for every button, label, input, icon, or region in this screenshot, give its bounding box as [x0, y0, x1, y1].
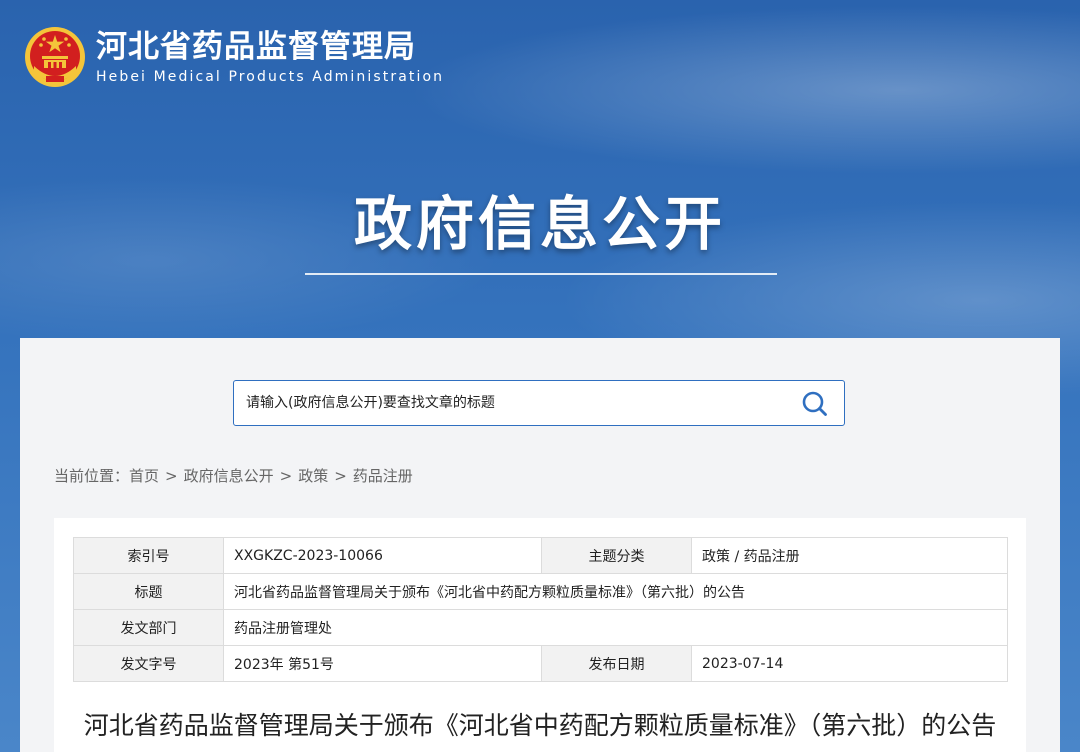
index-value: XXGKZC-2023-10066 — [223, 537, 542, 574]
hero-title: 政府信息公开 — [353, 190, 726, 258]
site-name-cn: 河北省药品监督管理局 — [96, 29, 416, 65]
breadcrumb-policy[interactable]: 政策 — [298, 467, 328, 485]
info-table: 索引号 XXGKZC-2023-10066 主题分类 政策 / 药品注册 标题 … — [73, 537, 1008, 682]
search-box — [233, 380, 845, 426]
national-emblem-icon — [25, 27, 85, 87]
topic-label: 主题分类 — [541, 537, 692, 574]
dept-value: 药品注册管理处 — [223, 609, 1008, 646]
index-label: 索引号 — [73, 537, 224, 574]
topic-value: 政策 / 药品注册 — [691, 537, 1008, 574]
table-row: 发文字号 2023年 第51号 发布日期 2023-07-14 — [73, 645, 1008, 682]
table-row: 标题 河北省药品监督管理局关于颁布《河北省中药配方颗粒质量标准》（第六批）的公告 — [73, 573, 1008, 610]
search-icon[interactable] — [800, 389, 830, 419]
breadcrumb: 当前位置：首页 > 政府信息公开 > 政策 > 药品注册 — [54, 466, 413, 486]
content-panel: 当前位置：首页 > 政府信息公开 > 政策 > 药品注册 索引号 XXGKZC-2023-1… — [20, 338, 1060, 752]
breadcrumb-separator: > — [334, 467, 347, 485]
article-title: 河北省药品监督管理局关于颁布《河北省中药配方颗粒质量标准》（第六批）的公告 — [83, 711, 997, 740]
docno-label: 发文字号 — [73, 645, 224, 682]
date-label: 发布日期 — [541, 645, 692, 682]
table-row: 发文部门 药品注册管理处 — [73, 609, 1008, 646]
info-card: 索引号 XXGKZC-2023-10066 主题分类 政策 / 药品注册 标题 … — [54, 518, 1026, 752]
breadcrumb-drug-registration[interactable]: 药品注册 — [353, 467, 413, 485]
dept-label: 发文部门 — [73, 609, 224, 646]
breadcrumb-gov-info[interactable]: 政府信息公开 — [184, 467, 274, 485]
site-name-en: Hebei Medical Products Administration — [96, 69, 445, 85]
table-row: 索引号 XXGKZC-2023-10066 主题分类 政策 / 药品注册 — [73, 537, 1008, 574]
title-value: 河北省药品监督管理局关于颁布《河北省中药配方颗粒质量标准》（第六批）的公告 — [223, 573, 1008, 610]
search-input[interactable] — [234, 381, 774, 425]
breadcrumb-separator: > — [165, 467, 178, 485]
breadcrumb-home[interactable]: 首页 — [129, 467, 159, 485]
brand-text: 河北省药品监督管理局 Hebei Medical Products Admini… — [96, 28, 444, 86]
site-brand[interactable]: 河北省药品监督管理局 Hebei Medical Products Admini… — [24, 22, 444, 92]
hero-divider — [305, 273, 777, 275]
breadcrumb-separator: > — [279, 467, 293, 485]
title-label: 标题 — [73, 573, 224, 610]
date-value: 2023-07-14 — [691, 645, 1008, 682]
docno-value: 2023年 第51号 — [223, 645, 542, 682]
breadcrumb-prefix: 当前位置： — [54, 467, 130, 485]
